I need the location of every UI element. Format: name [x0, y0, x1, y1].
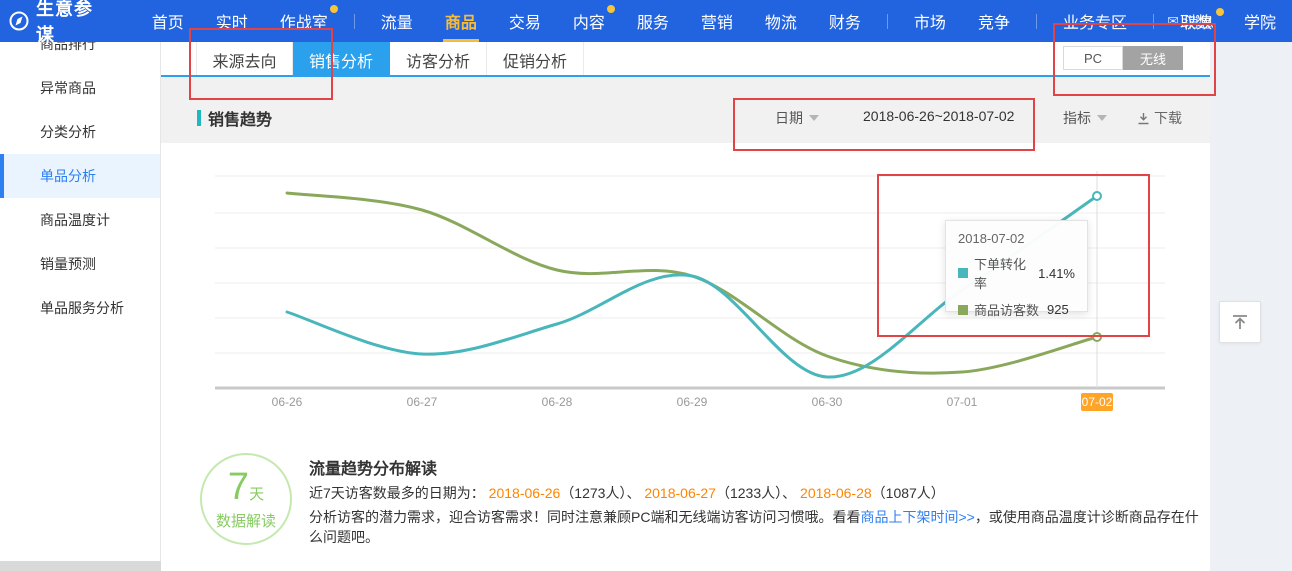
date-filter-dropdown[interactable]: 日期: [775, 108, 819, 128]
insight-count: （1273人）、: [560, 485, 640, 501]
sidebar-item-异常商品[interactable]: 异常商品: [0, 66, 160, 110]
chevron-down-icon: [809, 115, 819, 121]
sidebar-item-商品温度计[interactable]: 商品温度计: [0, 198, 160, 242]
device-toggle: PC无线: [1063, 46, 1183, 70]
nav-item-竞争[interactable]: 竞争: [962, 0, 1026, 42]
nav-divider: [887, 14, 888, 29]
insight-title: 流量趋势分布解读: [309, 455, 437, 479]
nav-item-首页[interactable]: 首页: [136, 0, 200, 42]
tab-underline: [161, 75, 1210, 77]
sidebar: 商品排行异常商品分类分析单品分析商品温度计销量预测单品服务分析: [0, 42, 161, 571]
tab-访客分析[interactable]: 访客分析: [390, 42, 487, 77]
toggle-PC[interactable]: PC: [1063, 46, 1123, 70]
nav-item-业务专区[interactable]: 业务专区: [1047, 0, 1143, 42]
nav-item-市场[interactable]: 市场: [898, 0, 962, 42]
sidebar-item-单品服务分析[interactable]: 单品服务分析: [0, 286, 160, 330]
sidebar-item-单品分析[interactable]: 单品分析: [0, 154, 160, 198]
insight-line2: 分析访客的潜力需求，迎合访客需求！同时注意兼顾PC端和无线端访客访问习惯哦。看看…: [309, 507, 1210, 547]
sidebar-item-分类分析[interactable]: 分类分析: [0, 110, 160, 154]
insight-date: 2018-06-28: [796, 485, 872, 501]
section-title: 销售趋势: [197, 106, 272, 130]
brand-title: 生意参谋: [36, 0, 112, 47]
envelope-icon: ✉: [1167, 13, 1179, 30]
nav-divider: [1036, 14, 1037, 29]
nav-menu: 首页实时作战室流量商品交易内容服务营销物流财务市场竞争业务专区取数学院: [136, 0, 1292, 42]
legend-swatch-icon: [958, 305, 968, 315]
tooltip-date: 2018-07-02: [958, 231, 1075, 246]
nav-item-流量[interactable]: 流量: [365, 0, 429, 42]
insight-count: （1233人）、: [716, 485, 796, 501]
seven-day-badge: 7天 数据解读: [200, 453, 292, 545]
nav-item-物流[interactable]: 物流: [749, 0, 813, 42]
nav-item-财务[interactable]: 财务: [813, 0, 877, 42]
title-accent-bar: [197, 110, 201, 126]
nav-item-学院[interactable]: 学院: [1228, 0, 1292, 42]
nav-item-内容[interactable]: 内容: [557, 0, 621, 42]
legend-swatch-icon: [958, 268, 968, 278]
nav-item-实时[interactable]: 实时: [200, 0, 264, 42]
sidebar-scroll-track: [0, 561, 161, 571]
download-button[interactable]: 下载: [1137, 108, 1182, 128]
svg-text:07-02: 07-02: [1082, 395, 1113, 409]
page-title: 销售趋势: [208, 106, 272, 130]
svg-text:06-29: 06-29: [677, 395, 708, 409]
metric-filter-dropdown[interactable]: 指标: [1063, 108, 1107, 128]
sidebar-item-销量预测[interactable]: 销量预测: [0, 242, 160, 286]
toggle-无线[interactable]: 无线: [1123, 46, 1183, 70]
top-navigation-bar: 生意参谋 首页实时作战室流量商品交易内容服务营销物流财务市场竞争业务专区取数学院…: [0, 0, 1292, 42]
download-icon: [1137, 112, 1150, 125]
svg-text:07-01: 07-01: [947, 395, 978, 409]
svg-text:06-28: 06-28: [542, 395, 573, 409]
arrow-to-top-icon: [1230, 312, 1250, 332]
insight-line1: 近7天访客数最多的日期为： 2018-06-26（1273人）、 2018-06…: [309, 483, 945, 503]
svg-text:06-26: 06-26: [272, 395, 303, 409]
nav-item-作战室[interactable]: 作战室: [264, 0, 344, 42]
svg-text:06-27: 06-27: [407, 395, 438, 409]
chart-tooltip: 2018-07-02 下单转化率1.41%商品访客数925: [945, 220, 1088, 312]
notification-dot: [607, 5, 615, 13]
sycm-logo-icon: [8, 10, 30, 32]
brand[interactable]: 生意参谋: [8, 0, 112, 47]
sales-trend-panel: 06-26 06-27 06-28 06-29 06-30 07-01 07-02 2018…: [161, 143, 1210, 571]
onsale-time-link[interactable]: 商品上下架时间>>: [860, 509, 974, 525]
tab-来源去向[interactable]: 来源去向: [196, 42, 293, 77]
nav-item-交易[interactable]: 交易: [493, 0, 557, 42]
date-range-value[interactable]: 2018-06-26~2018-07-02: [863, 108, 1014, 124]
nav-item-营销[interactable]: 营销: [685, 0, 749, 42]
insight-date: 2018-06-26: [485, 485, 561, 501]
tooltip-row: 商品访客数925: [958, 300, 1075, 319]
notification-dot: [330, 5, 338, 13]
section-header-strip: 销售趋势 日期 2018-06-26~2018-07-02 指标 下载: [161, 77, 1210, 143]
tooltip-row: 下单转化率1.41%: [958, 254, 1075, 292]
svg-text:06-30: 06-30: [812, 395, 843, 409]
nav-item-服务[interactable]: 服务: [621, 0, 685, 42]
tab-bar: 来源去向销售分析访客分析促销分析 PC无线: [161, 42, 1210, 77]
back-to-top-button[interactable]: [1219, 301, 1261, 343]
notification-dot: [1216, 8, 1224, 16]
tab-促销分析[interactable]: 促销分析: [487, 42, 584, 77]
insight-count: （1087人）: [872, 485, 945, 501]
nav-item-商品[interactable]: 商品: [429, 0, 493, 42]
nav-divider: [1153, 14, 1154, 29]
tab-销售分析[interactable]: 销售分析: [293, 42, 390, 77]
nav-divider: [354, 14, 355, 29]
chevron-down-icon: [1097, 115, 1107, 121]
nav-item-messages[interactable]: ✉ 消息: [1167, 0, 1214, 42]
insight-date: 2018-06-27: [640, 485, 716, 501]
